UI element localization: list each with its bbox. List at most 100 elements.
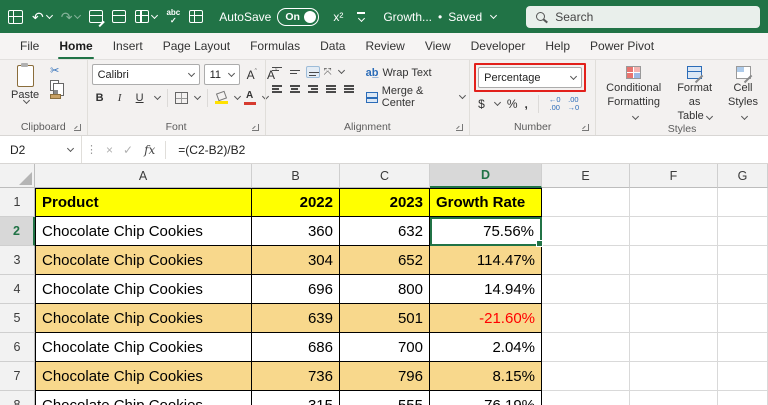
file-info[interactable]: Growth... • Saved — [383, 10, 498, 24]
column-header-F[interactable]: F — [630, 164, 718, 188]
cell-E1[interactable] — [542, 188, 630, 217]
cell-D2[interactable]: 75.56% — [430, 217, 543, 247]
wrap-text-button[interactable]: ab̲ Wrap Text — [366, 67, 466, 79]
row-header-6[interactable]: 6 — [0, 333, 35, 362]
insert-function-icon[interactable]: fx — [138, 143, 161, 157]
chevron-down-icon[interactable] — [193, 92, 201, 101]
bottom-align-icon[interactable] — [305, 66, 320, 78]
cell-styles-button[interactable]: Cell Styles — [722, 63, 764, 123]
cell-A6[interactable]: Chocolate Chip Cookies — [35, 333, 252, 362]
merge-center-button[interactable]: Merge & Center — [365, 85, 467, 109]
decrease-decimal-icon[interactable]: .00 →0 — [568, 95, 580, 113]
cell-E6[interactable] — [542, 333, 630, 362]
enter-icon[interactable]: ✓ — [118, 143, 138, 157]
table-icon[interactable] — [112, 10, 127, 23]
ribbon-tab-formulas[interactable]: Formulas — [240, 33, 310, 59]
dialog-launcher-icon[interactable] — [456, 124, 464, 131]
conditional-formatting-button[interactable]: Conditional Formatting — [600, 63, 667, 123]
customize-toolbar-chevron-icon[interactable] — [357, 12, 366, 22]
align-left-icon[interactable] — [270, 83, 284, 95]
paste-button[interactable]: Paste — [4, 63, 46, 105]
chevron-down-icon[interactable] — [337, 66, 345, 75]
ribbon-tab-home[interactable]: Home — [49, 33, 102, 59]
column-header-C[interactable]: C — [340, 164, 430, 188]
column-header-E[interactable]: E — [542, 164, 630, 188]
cell-C3[interactable]: 652 — [340, 246, 430, 275]
comma-style-button[interactable]: , — [525, 97, 528, 111]
cell-B6[interactable]: 686 — [252, 333, 340, 362]
row-header-8[interactable]: 8 — [0, 391, 35, 405]
orientation-icon[interactable]: ⤧ — [324, 67, 332, 78]
redo-button[interactable]: ↷ — [61, 10, 82, 24]
cell-E7[interactable] — [542, 362, 630, 391]
fill-color-icon[interactable] — [214, 90, 228, 104]
cell-F4[interactable] — [630, 275, 718, 304]
borders-button-icon[interactable] — [174, 92, 188, 104]
align-center-icon[interactable] — [288, 83, 302, 95]
cell-B2[interactable]: 360 — [252, 217, 340, 246]
formula-bar-grip[interactable]: ⋮ — [82, 143, 101, 156]
ribbon-tab-page-layout[interactable]: Page Layout — [153, 33, 240, 59]
formula-input[interactable]: =(C2-B2)/B2 — [170, 143, 245, 157]
top-align-icon[interactable] — [270, 66, 284, 78]
row-header-4[interactable]: 4 — [0, 275, 35, 304]
cell-F7[interactable] — [630, 362, 718, 391]
autosave-toggle[interactable]: On — [277, 7, 320, 26]
column-header-G[interactable]: G — [718, 164, 768, 188]
cell-B8[interactable]: 315 — [252, 391, 340, 405]
cell-G1[interactable] — [718, 188, 768, 217]
format-painter-icon[interactable] — [50, 90, 62, 99]
cell-B3[interactable]: 304 — [252, 246, 340, 275]
cell-C7[interactable]: 796 — [340, 362, 430, 391]
dialog-launcher-icon[interactable] — [73, 124, 81, 131]
cell-A2[interactable]: Chocolate Chip Cookies — [35, 217, 252, 246]
insert-cells-button[interactable] — [135, 10, 159, 23]
cell-A8[interactable]: Chocolate Chip Cookies — [35, 391, 252, 405]
row-header-2[interactable]: 2 — [0, 217, 35, 246]
cell-B5[interactable]: 639 — [252, 304, 340, 333]
cell-C2[interactable]: 632 — [340, 217, 430, 246]
cell-G2[interactable] — [718, 217, 768, 246]
font-size-select[interactable]: 11 — [203, 64, 240, 85]
cell-F6[interactable] — [630, 333, 718, 362]
cell-D8[interactable]: 76.19% — [430, 391, 542, 405]
cell-G4[interactable] — [718, 275, 768, 304]
search-input[interactable]: Search — [526, 5, 760, 28]
column-header-D[interactable]: D — [430, 164, 542, 188]
cell-F5[interactable] — [630, 304, 718, 333]
italic-button[interactable]: I — [112, 89, 128, 107]
cell-F8[interactable] — [630, 391, 718, 405]
align-right-icon[interactable] — [306, 83, 320, 95]
chevron-down-icon[interactable] — [153, 92, 161, 101]
borders-icon[interactable] — [189, 10, 204, 23]
cell-F1[interactable] — [630, 188, 718, 217]
cell-B1[interactable]: 2022 — [252, 188, 340, 217]
cell-E8[interactable] — [542, 391, 630, 405]
ribbon-tab-help[interactable]: Help — [535, 33, 580, 59]
cell-A1[interactable]: Product — [35, 188, 252, 217]
font-color-icon[interactable]: A — [243, 91, 256, 105]
ribbon-tab-developer[interactable]: Developer — [461, 33, 536, 59]
autosave-control[interactable]: AutoSave On — [219, 7, 320, 26]
cell-F3[interactable] — [630, 246, 718, 275]
increase-decimal-icon[interactable]: ←0 .00 — [549, 95, 561, 113]
ribbon-tab-file[interactable]: File — [10, 33, 49, 59]
row-header-1[interactable]: 1 — [0, 188, 35, 217]
dialog-launcher-icon[interactable] — [582, 124, 590, 131]
cell-D1[interactable]: Growth Rate — [430, 188, 542, 217]
dialog-launcher-icon[interactable] — [251, 124, 259, 131]
row-header-5[interactable]: 5 — [0, 304, 35, 333]
font-name-select[interactable]: Calibri — [91, 64, 200, 85]
cell-B4[interactable]: 696 — [252, 275, 340, 304]
cell-A7[interactable]: Chocolate Chip Cookies — [35, 362, 252, 391]
cancel-icon[interactable]: × — [101, 143, 118, 157]
column-header-B[interactable]: B — [252, 164, 340, 188]
undo-button[interactable]: ↶ — [32, 10, 53, 24]
ribbon-tab-review[interactable]: Review — [355, 33, 414, 59]
cut-icon[interactable]: ✂ — [50, 66, 61, 77]
cell-G7[interactable] — [718, 362, 768, 391]
cell-A3[interactable]: Chocolate Chip Cookies — [35, 246, 252, 275]
underline-button[interactable]: U — [132, 89, 148, 107]
superscript-button[interactable]: x² — [333, 10, 343, 24]
select-all-corner[interactable] — [0, 164, 35, 188]
